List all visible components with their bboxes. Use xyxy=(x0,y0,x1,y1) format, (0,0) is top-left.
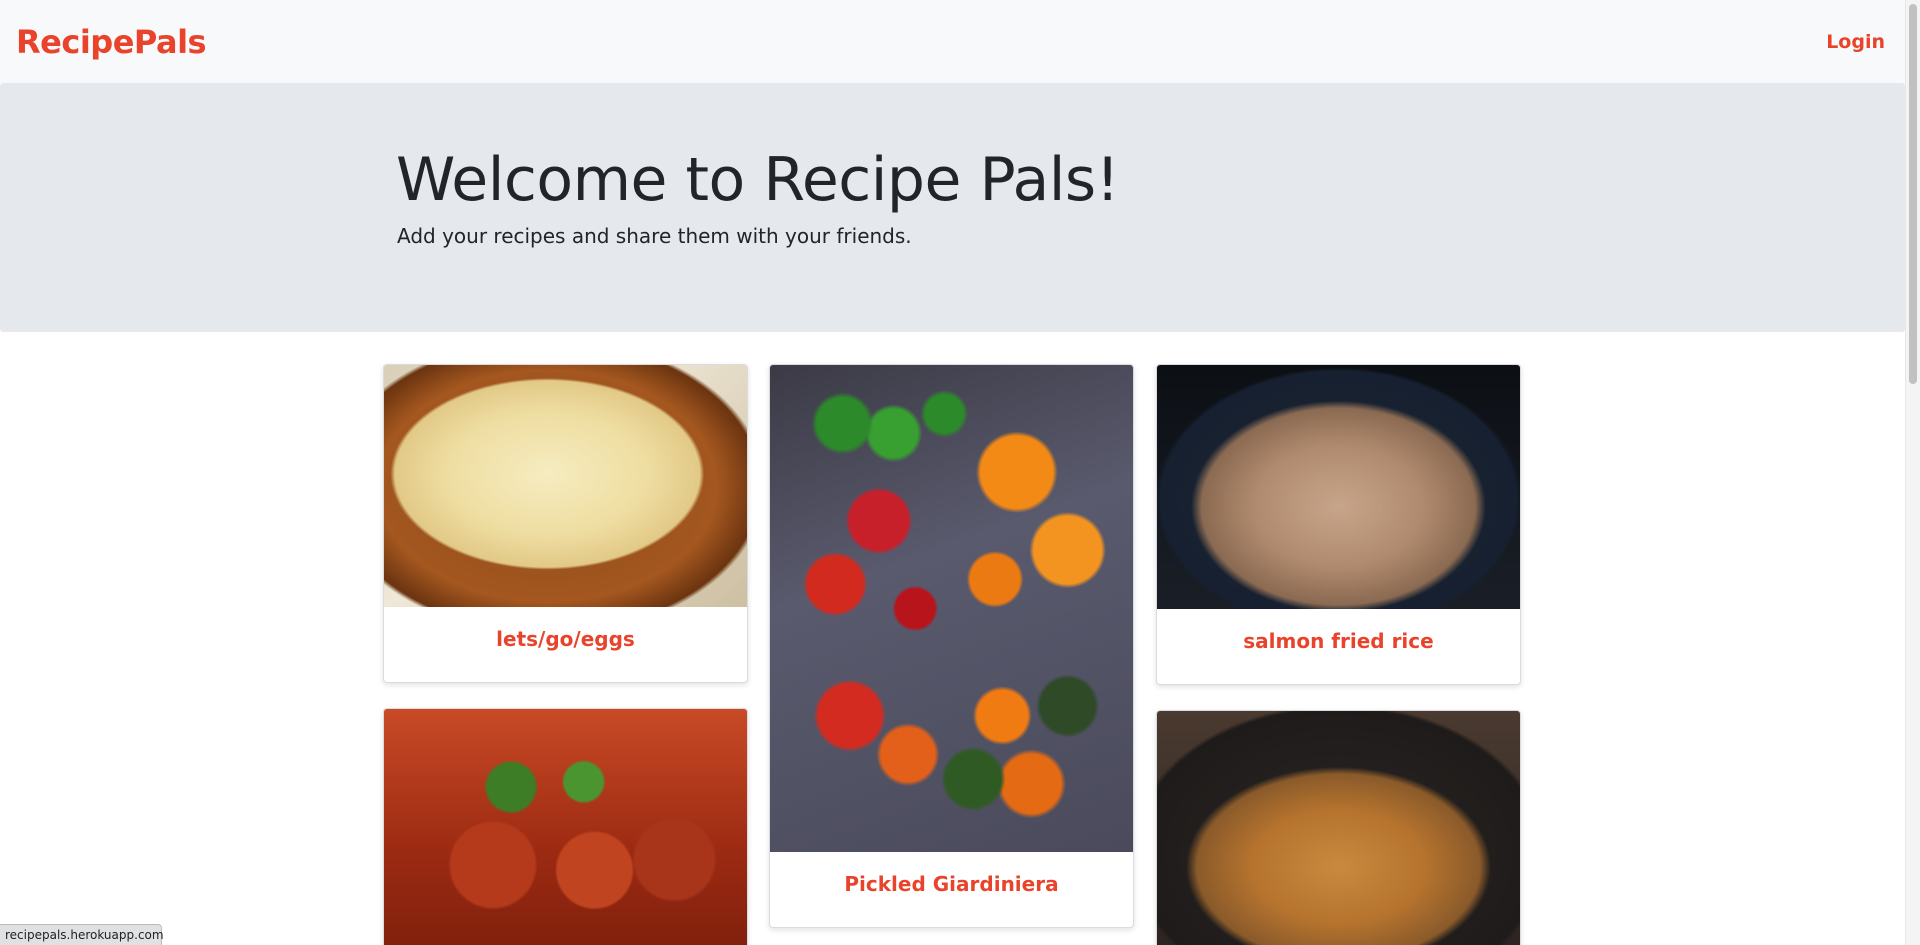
recipe-title[interactable]: salmon fried rice xyxy=(1157,609,1520,653)
status-bar-url: recipepals.herokuapp.com xyxy=(0,924,164,945)
hero-banner: Welcome to Recipe Pals! Add your recipes… xyxy=(0,83,1905,332)
scrollbar-thumb[interactable] xyxy=(1909,4,1917,384)
recipe-title[interactable]: lets/go/eggs xyxy=(384,607,747,651)
login-link[interactable]: Login xyxy=(1826,31,1885,53)
navbar: RecipePals Login xyxy=(0,0,1905,83)
recipe-card[interactable]: salmon fried rice xyxy=(1156,364,1521,685)
recipe-image[interactable] xyxy=(1157,711,1520,945)
hero-title: Welcome to Recipe Pals! xyxy=(396,145,1120,215)
recipe-title[interactable]: Pickled Giardiniera xyxy=(770,852,1133,896)
recipe-image[interactable] xyxy=(384,709,747,945)
recipe-image[interactable] xyxy=(1157,365,1520,609)
recipe-image[interactable] xyxy=(770,365,1133,852)
vertical-scrollbar[interactable] xyxy=(1905,0,1920,945)
recipe-card[interactable]: lets/go/eggs xyxy=(383,364,748,683)
recipe-image[interactable] xyxy=(384,365,747,607)
hero-subtitle: Add your recipes and share them with you… xyxy=(397,224,912,248)
recipe-card[interactable]: Pickled Giardiniera xyxy=(769,364,1134,928)
brand-logo[interactable]: RecipePals xyxy=(16,23,207,61)
recipe-card[interactable] xyxy=(1156,710,1521,945)
recipe-card[interactable] xyxy=(383,708,748,945)
